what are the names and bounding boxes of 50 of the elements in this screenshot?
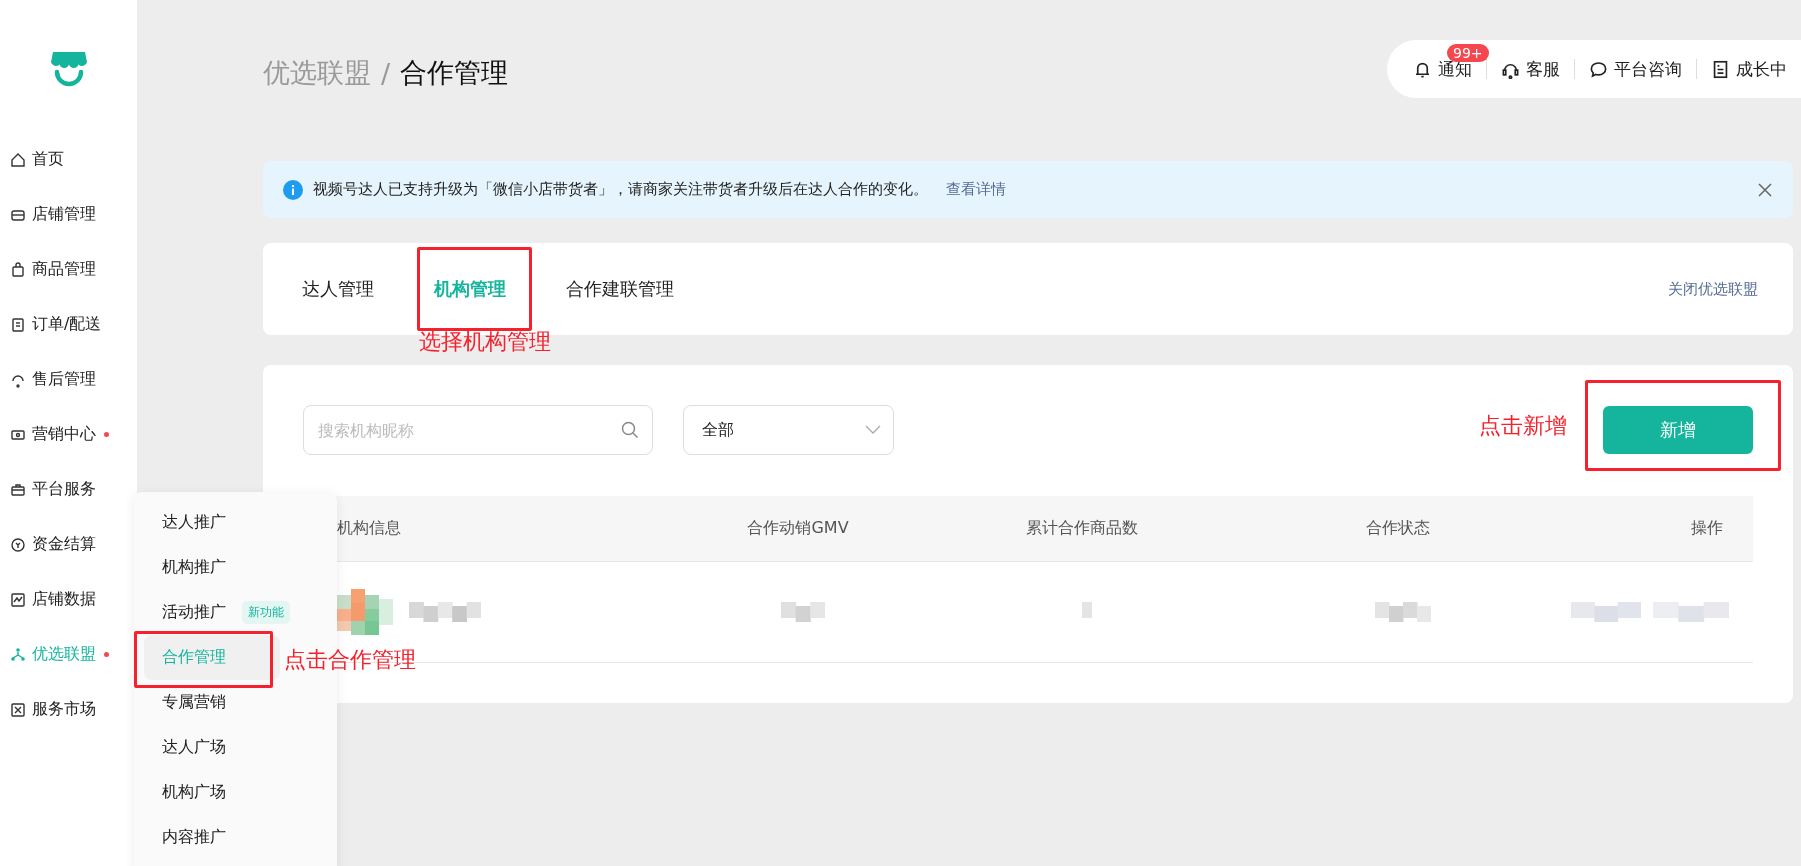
sidebar-item[interactable]: 店铺数据 — [0, 572, 137, 627]
notice-text: 视频号达人已支持升级为「微信小店带货者」，请商家关注带货者升级后在达人合作的变化。 — [313, 180, 928, 199]
search-field[interactable]: 搜索机构昵称 — [303, 405, 653, 455]
sidebar-label: 首页 — [32, 149, 64, 170]
column-header: 操作 — [1690, 518, 1724, 539]
count-badge: 99+ — [1447, 43, 1489, 62]
column-header: 合作动销GMV — [746, 518, 850, 539]
annotation-text: 选择机构管理 — [419, 328, 551, 356]
sidebar-label: 平台服务 — [32, 479, 96, 500]
column-header: 合作状态 — [1365, 518, 1431, 539]
column-header: 机构信息 — [336, 518, 402, 539]
sidebar-item[interactable]: 服务市场 — [0, 682, 137, 737]
sidebar-item[interactable]: 平台服务 — [0, 462, 137, 517]
annotation-text: 点击合作管理 — [284, 646, 416, 674]
tab[interactable]: 合作建联管理 — [566, 277, 674, 301]
submenu-item[interactable]: 达人广场 — [144, 725, 280, 770]
submenu-item[interactable]: 专属营销 — [144, 680, 280, 725]
toolbar-item[interactable]: 平台咨询 — [1589, 57, 1682, 81]
annotation-text: 点击新增 — [1479, 412, 1567, 440]
toolbar-item[interactable]: 成长中 — [1711, 57, 1787, 81]
sidebar-label: 服务市场 — [32, 699, 96, 720]
submenu-item[interactable]: 内容推广 — [144, 815, 280, 860]
sidebar-label: 优选联盟 — [32, 644, 96, 665]
sidebar-item[interactable]: 资金结算 — [0, 517, 137, 572]
sidebar-item[interactable]: 首页 — [0, 132, 137, 187]
sidebar-label: 营销中心 — [32, 424, 96, 445]
submenu-item[interactable]: 机构广场 — [144, 770, 280, 815]
sidebar-item[interactable]: 营销中心 — [0, 407, 137, 462]
sidebar-label: 店铺数据 — [32, 589, 96, 610]
sidebar-label: 商品管理 — [32, 259, 96, 280]
sidebar-item[interactable]: 售后管理 — [0, 352, 137, 407]
page-title: 合作管理 — [400, 56, 509, 90]
sidebar-label: 售后管理 — [32, 369, 96, 390]
new-badge: 新功能 — [242, 601, 290, 624]
breadcrumb-separator: / — [381, 57, 391, 89]
submenu-item[interactable]: 活动推广 新功能 — [144, 590, 300, 635]
sidebar-item[interactable]: 订单/配送 — [0, 297, 137, 352]
sidebar-label: 资金结算 — [32, 534, 96, 555]
toolbar-item[interactable]: 客服 — [1501, 57, 1560, 81]
submenu-item[interactable]: 机构推广 — [144, 545, 280, 590]
sidebar-item[interactable]: 商品管理 — [0, 242, 137, 297]
column-header: 累计合作商品数 — [1025, 518, 1139, 539]
details-link[interactable]: 查看详情 — [946, 180, 1006, 199]
sidebar-label: 订单/配送 — [32, 314, 102, 335]
submenu-item[interactable]: 达人推广 — [144, 500, 280, 545]
tab[interactable]: 达人管理 — [302, 277, 374, 301]
sidebar-item[interactable]: 店铺管理 — [0, 187, 137, 242]
close-alliance-link[interactable]: 关闭优选联盟 — [1668, 279, 1758, 299]
sidebar-label: 店铺管理 — [32, 204, 96, 225]
status-dropdown[interactable]: 全部 — [683, 405, 894, 455]
